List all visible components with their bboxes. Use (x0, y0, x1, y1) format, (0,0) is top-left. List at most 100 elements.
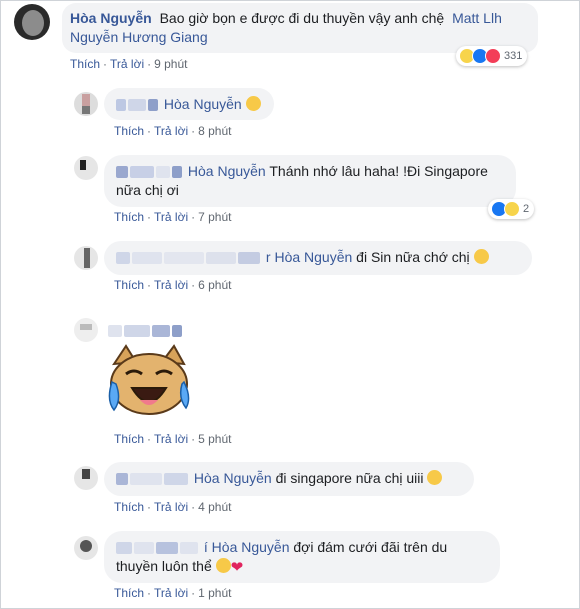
mention-link[interactable]: Matt Llh (452, 10, 502, 26)
separator-dot: · (147, 210, 152, 224)
heart-icon: ❤ (230, 559, 244, 576)
avatar[interactable] (74, 156, 98, 180)
blurred-name (164, 473, 188, 486)
blurred-name (238, 252, 260, 265)
separator-dot: · (147, 500, 152, 514)
blurred-name (180, 542, 198, 555)
comment-actions: Thích · Trả lời · 1 phút (114, 586, 231, 600)
blurred-name (116, 542, 132, 555)
avatar[interactable] (74, 246, 98, 270)
reply-text: thuyền luôn thể (116, 558, 212, 574)
reaction-summary[interactable]: 2 (488, 199, 535, 219)
reply-bubble: í Hòa Nguyễn đợi đám cưới đãi trên du th… (104, 531, 500, 583)
blurred-name (156, 166, 170, 179)
comment-actions: Thích · Trả lời · 6 phút (114, 278, 231, 292)
avatar[interactable] (74, 92, 98, 116)
reply-bubble: r Hòa Nguyễn đi Sin nữa chớ chị (104, 241, 532, 275)
comment-text: Bao giờ bọn e được đi du thuyền vậy anh … (159, 10, 445, 26)
reply-text: đi singapore nữa chị uiii (275, 470, 424, 486)
blurred-name (116, 99, 126, 112)
avatar[interactable] (74, 536, 98, 560)
laughing-emoji-icon (215, 558, 231, 573)
blurred-name (116, 473, 128, 486)
comment-actions: Thích · Trả lời · 4 phút (114, 500, 231, 514)
mention-link[interactable]: Hòa Nguyễn (188, 163, 266, 179)
reply-bubble: Hòa Nguyễn đi singapore nữa chị uiii (104, 462, 474, 496)
timestamp[interactable]: 8 phút (198, 124, 231, 138)
reply-link[interactable]: Trả lời (154, 586, 188, 600)
reply-link[interactable]: Trả lời (154, 500, 188, 514)
blurred-name (108, 325, 122, 338)
separator-dot: · (191, 500, 196, 514)
avatar[interactable] (74, 318, 98, 342)
separator-dot: · (191, 432, 196, 446)
blurred-name (124, 325, 150, 338)
reply-link[interactable]: Trả lời (154, 432, 188, 446)
laughing-cat-sticker[interactable] (104, 344, 194, 422)
blurred-name (134, 542, 154, 555)
mention-link[interactable]: Hòa Nguyễn (274, 249, 352, 265)
commenter-name[interactable]: Hòa Nguyễn (70, 10, 152, 26)
reply-link[interactable]: Trả lời (110, 57, 144, 71)
separator-dot: · (147, 124, 152, 138)
like-link[interactable]: Thích (114, 124, 144, 138)
reply-bubble: Hòa Nguyễn (104, 88, 274, 120)
grinning-emoji-icon (427, 470, 443, 485)
mention-link[interactable]: Hòa Nguyễn (212, 539, 290, 555)
separator-dot: · (147, 57, 152, 71)
comment-actions: Thích · Trả lời · 5 phút (114, 432, 231, 446)
blurred-name (130, 473, 162, 486)
separator-dot: · (191, 210, 196, 224)
reply-text: đợi đám cưới đãi trên du (293, 539, 448, 555)
blurred-name-row (108, 322, 184, 338)
reply-link[interactable]: Trả lời (154, 210, 188, 224)
timestamp[interactable]: 4 phút (198, 500, 231, 514)
love-icon (485, 48, 501, 64)
reply-link[interactable]: Trả lời (154, 278, 188, 292)
blurred-name (116, 252, 130, 265)
blurred-name (206, 252, 236, 265)
blurred-name (148, 99, 158, 112)
like-link[interactable]: Thích (114, 210, 144, 224)
avatar[interactable] (74, 466, 98, 490)
separator-dot: · (191, 124, 196, 138)
reply-text: Thánh nhớ lâu haha! !Đi Singapore (269, 163, 488, 179)
like-link[interactable]: Thích (114, 278, 144, 292)
haha-icon (504, 201, 520, 217)
blurred-name (132, 252, 162, 265)
timestamp[interactable]: 9 phút (154, 57, 187, 71)
reply-bubble: Hòa Nguyễn Thánh nhớ lâu haha! !Đi Singa… (104, 155, 516, 207)
like-link[interactable]: Thích (114, 500, 144, 514)
name-fragment: í (203, 539, 208, 555)
reaction-count: 331 (504, 50, 523, 62)
reaction-summary[interactable]: 331 (456, 46, 528, 66)
blurred-name (128, 99, 146, 112)
reaction-count: 2 (523, 203, 530, 215)
timestamp[interactable]: 1 phút (198, 586, 231, 600)
reply-text: nữa chị ơi (116, 182, 179, 198)
blurred-name (116, 166, 128, 179)
avatar[interactable] (14, 4, 50, 40)
timestamp[interactable]: 6 phút (198, 278, 231, 292)
comment-actions: Thích · Trả lời · 7 phút (114, 210, 231, 224)
blurred-name (152, 325, 170, 338)
timestamp[interactable]: 7 phút (198, 210, 231, 224)
name-fragment: r (265, 249, 271, 265)
comment-actions: Thích · Trả lời · 8 phút (114, 124, 231, 138)
separator-dot: · (191, 586, 196, 600)
like-link[interactable]: Thích (70, 57, 100, 71)
mention-link[interactable]: Nguyễn Hương Giang (70, 29, 208, 45)
timestamp[interactable]: 5 phút (198, 432, 231, 446)
blurred-name (172, 166, 182, 179)
blurred-name (172, 325, 182, 338)
separator-dot: · (147, 432, 152, 446)
like-link[interactable]: Thích (114, 432, 144, 446)
reply-text: đi Sin nữa chớ chị (356, 249, 470, 265)
reply-link[interactable]: Trả lời (154, 124, 188, 138)
rolling-laughing-emoji-icon (473, 249, 489, 264)
like-link[interactable]: Thích (114, 586, 144, 600)
separator-dot: · (191, 278, 196, 292)
mention-link[interactable]: Hòa Nguyễn (164, 96, 242, 112)
mention-link[interactable]: Hòa Nguyễn (194, 470, 272, 486)
separator-dot: · (147, 278, 152, 292)
